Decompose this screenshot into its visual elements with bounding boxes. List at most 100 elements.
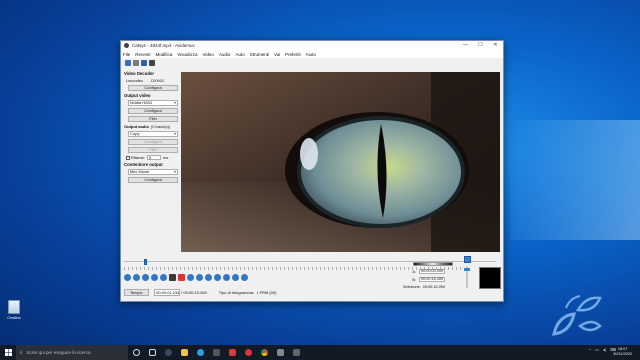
volume-control	[464, 256, 472, 290]
volume-knob[interactable]	[464, 268, 470, 271]
file-explorer-icon[interactable]	[176, 345, 192, 360]
last-frame-icon[interactable]	[214, 274, 221, 281]
marker-b-value: 00:00:15.269	[419, 277, 445, 282]
menu-go[interactable]: Vai	[274, 52, 280, 57]
container-heading: Contenitore output	[124, 162, 163, 167]
audio-tracks-label: (0 track(s))	[150, 124, 171, 129]
cortana-icon[interactable]	[128, 345, 144, 360]
menu-auto[interactable]: Auto	[235, 52, 244, 57]
frame-type-value: I-FRM (00)	[257, 290, 277, 295]
search-icon: ⌕	[20, 350, 23, 355]
current-time-input[interactable]: 00:00:01.234	[154, 289, 181, 296]
time-button[interactable]: Tempo:	[124, 289, 150, 296]
opera-icon[interactable]	[240, 345, 256, 360]
video-codec-select[interactable]: Nvidia H264	[128, 100, 178, 106]
audio-meter-preview	[479, 267, 501, 289]
avidemux-taskbar-icon[interactable]	[272, 345, 288, 360]
minimize-button[interactable]: —	[458, 41, 473, 50]
network-icon[interactable]: ▭	[595, 347, 599, 352]
audio-shift-row: Ritardo: 0 ms	[126, 155, 179, 160]
menu-tools[interactable]: Strumenti	[250, 52, 269, 57]
audio-shift-checkbox[interactable]	[126, 155, 130, 160]
playback-controls	[124, 274, 250, 281]
forward-icon[interactable]	[142, 274, 149, 281]
edge-icon[interactable]	[192, 345, 208, 360]
menu-view[interactable]: Visualizza	[177, 52, 197, 57]
settings-panel: Video Decoder Lavcodec DXV62 Configura O…	[123, 69, 179, 185]
time-row: Tempo: 00:00:01.234 / 00:00:15.269 Tipo …	[124, 289, 276, 296]
open-info-icon[interactable]	[133, 59, 139, 66]
menu-edit[interactable]: Modifica	[156, 52, 173, 57]
recycle-bin-shortcut[interactable]: Cestino	[4, 300, 24, 320]
loop-icon[interactable]	[241, 274, 248, 281]
start-button[interactable]	[0, 345, 16, 360]
save-icon[interactable]	[141, 59, 147, 66]
marker-a-icon[interactable]	[169, 274, 176, 281]
pdf-icon[interactable]	[224, 345, 240, 360]
windows-start-icon	[4, 349, 12, 356]
properties-icon[interactable]	[149, 59, 155, 66]
system-tray: ^ ▭ ◂) ⌨	[589, 347, 616, 352]
settings-taskbar-icon[interactable]	[288, 345, 304, 360]
taskbar-search[interactable]: ⌕ Scrivi qui per eseguire la ricerca	[16, 345, 128, 360]
store-icon[interactable]	[208, 345, 224, 360]
previous-black-frame-icon[interactable]	[187, 274, 194, 281]
lavcodec-value: DXV62	[151, 78, 164, 83]
app-icon	[124, 43, 129, 48]
video-filters-button[interactable]: Filtri	[128, 116, 178, 122]
play-icon[interactable]	[124, 274, 131, 281]
total-time-label: / 00:00:15.269	[181, 290, 207, 295]
recycle-bin-icon	[8, 300, 20, 314]
menu-video[interactable]: Video	[202, 52, 213, 57]
steam-icon[interactable]	[160, 345, 176, 360]
audio-filters-button[interactable]: Filtri	[128, 147, 178, 153]
video-preview	[181, 72, 500, 252]
decoder-configure-button[interactable]: Configura	[128, 85, 178, 91]
selection-label: Selezione:	[403, 285, 421, 289]
volume-icon[interactable]: ◂)	[603, 347, 606, 352]
goto-b-icon[interactable]	[232, 274, 239, 281]
video-output-heading: Output video	[124, 93, 151, 98]
audio-codec-select[interactable]: Copy	[128, 131, 178, 137]
marker-a-label: A:	[412, 269, 416, 274]
task-view-icon[interactable]	[144, 345, 160, 360]
marker-b-icon[interactable]	[178, 274, 185, 281]
marker-b-label: B:	[412, 277, 416, 282]
chrome-icon[interactable]	[256, 345, 272, 360]
audio-shift-label: Ritardo:	[131, 155, 146, 160]
window-title: Catsye - 4844f.mp4 - Avidemux	[132, 43, 195, 48]
next-black-frame-icon[interactable]	[196, 274, 203, 281]
marker-a-row: A: 00:00:00.000	[407, 269, 467, 274]
menu-recent[interactable]: Recenti	[135, 52, 150, 57]
rewind-icon[interactable]	[133, 274, 140, 281]
menu-help[interactable]: Aiuto	[306, 52, 316, 57]
previous-keyframe-icon[interactable]	[151, 274, 158, 281]
first-frame-icon[interactable]	[205, 274, 212, 281]
selection-value: 00:00:15.269	[422, 285, 445, 289]
container-format-select[interactable]: Mkv Muxer	[128, 169, 178, 175]
next-keyframe-icon[interactable]	[160, 274, 167, 281]
audio-configure-button[interactable]: Configura	[128, 139, 178, 145]
timeline-thumb[interactable]	[144, 259, 147, 265]
toolbar	[121, 58, 503, 67]
menu-audio[interactable]: Audio	[219, 52, 231, 57]
title-bar[interactable]: Catsye - 4844f.mp4 - Avidemux — ☐ ✕	[121, 41, 503, 50]
chevron-up-icon[interactable]: ^	[589, 347, 591, 352]
menu-favorites[interactable]: Preferiti	[285, 52, 301, 57]
close-button[interactable]: ✕	[488, 41, 503, 50]
marker-b-row: B: 00:00:15.269	[407, 277, 467, 282]
selection-panel: A: 00:00:00.000 B: 00:00:15.269 Selezion…	[403, 262, 467, 289]
maximize-button[interactable]: ☐	[473, 41, 488, 50]
audio-shift-unit: ms	[163, 155, 169, 160]
goto-a-icon[interactable]	[223, 274, 230, 281]
video-decoder-heading: Video Decoder	[124, 71, 155, 76]
speaker-icon[interactable]	[464, 256, 471, 263]
audio-shift-input[interactable]: 0	[147, 155, 162, 160]
container-configure-button[interactable]: Configura	[128, 177, 178, 183]
taskbar-clock[interactable]: 18:07 30/11/2020	[613, 347, 632, 357]
video-configure-button[interactable]: Configura	[128, 108, 178, 114]
menu-file[interactable]: File	[123, 52, 130, 57]
open-file-icon[interactable]	[125, 59, 131, 66]
taskbar: ⌕ Scrivi qui per eseguire la ricerca ^ ▭…	[0, 345, 640, 360]
menu-bar: File Recenti Modifica Visualizza Video A…	[121, 50, 503, 58]
